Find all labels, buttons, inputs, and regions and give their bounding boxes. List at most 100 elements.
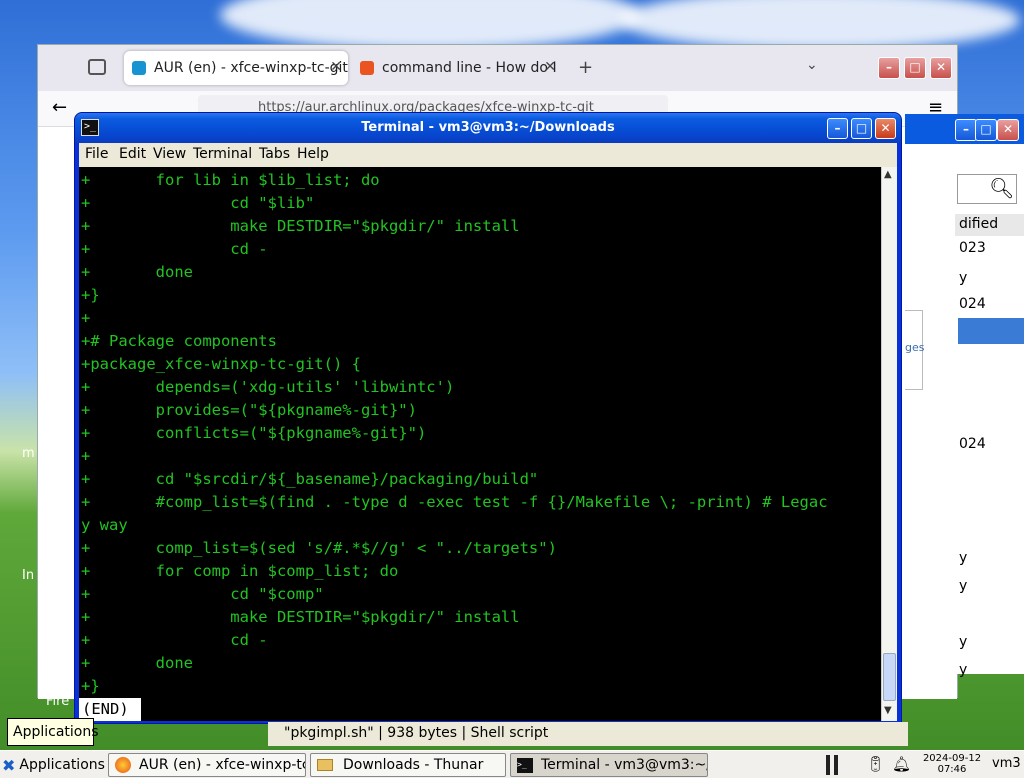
notification-bell-icon[interactable]: 🔔︎: [892, 755, 911, 773]
new-tab-icon[interactable]: +: [578, 57, 593, 78]
folder-icon: [317, 759, 333, 771]
task-label: Terminal - vm3@vm3:~/...: [541, 757, 708, 773]
terminal-line: +package_xfce-winxp-tc-git() {: [81, 355, 361, 373]
side-link-fragment[interactable]: ges: [905, 310, 924, 390]
terminal-output: + for lib in $lib_list; do + cd "$lib" + m…: [81, 169, 828, 698]
maximize-button[interactable]: □: [975, 119, 997, 141]
back-arrow-icon[interactable]: ←: [52, 97, 67, 118]
battery-icon[interactable]: 🔋︎: [866, 755, 885, 773]
search-icon[interactable]: 🔍︎: [989, 176, 1014, 200]
clock-date: 2024-09-12: [922, 753, 982, 764]
terminal-line: + make DESTDIR="$pkgdir/" install: [81, 608, 520, 626]
task-label: AUR (en) - xfce-winxp-tc-...: [139, 757, 305, 773]
tab-label: AUR (en) - xfce-winxp-tc-git: [154, 60, 348, 76]
workspace-separator: [826, 755, 830, 775]
menu-tabs[interactable]: Tabs: [259, 146, 290, 162]
maximize-button[interactable]: □: [904, 57, 926, 79]
taskbar: ✖ Applications AUR (en) - xfce-winxp-tc-…: [0, 750, 1024, 778]
task-button-terminal[interactable]: >_ Terminal - vm3@vm3:~/...: [510, 753, 708, 777]
menu-edit[interactable]: Edit: [119, 146, 146, 162]
terminal-line: +}: [81, 286, 100, 304]
xfce-logo-icon: ✖: [2, 755, 16, 775]
chevron-down-icon[interactable]: ⌄: [806, 57, 818, 73]
maximize-button[interactable]: □: [851, 118, 872, 139]
terminal-line: +# Package components: [81, 332, 277, 350]
scroll-up-icon[interactable]: ▲: [884, 169, 892, 180]
terminal-menubar: File Edit View Terminal Tabs Help: [79, 143, 897, 167]
terminal-line: y way: [81, 516, 128, 534]
terminal-titlebar[interactable]: Terminal - vm3@vm3:~/Downloads: [75, 113, 901, 143]
thunar-status-bar: "pkgimpl.sh" | 938 bytes | Shell script: [268, 722, 908, 746]
close-icon[interactable]: ✕: [544, 59, 556, 75]
desktop-label-fragment[interactable]: m: [22, 446, 35, 461]
user-name[interactable]: vm3: [992, 756, 1021, 771]
tooltip-text: Applications: [13, 724, 99, 740]
table-cell: y: [959, 662, 968, 678]
selected-row[interactable]: [958, 318, 1024, 344]
terminal-line: + comp_list=$(sed 's/#.*$//g' < "../targ…: [81, 539, 557, 557]
scroll-thumb[interactable]: [883, 653, 896, 701]
minimize-button[interactable]: –: [827, 118, 848, 139]
task-button-firefox[interactable]: AUR (en) - xfce-winxp-tc-...: [108, 753, 306, 777]
browser-tab-askubuntu[interactable]: command line - How do I r ✕: [352, 51, 562, 85]
terminal-line: + cd -: [81, 631, 268, 649]
terminal-line: + provides=("${pkgname%-git}"): [81, 401, 417, 419]
aur-favicon-icon: [132, 61, 146, 75]
workspace-separator: [834, 755, 838, 775]
terminal-line: + done: [81, 263, 193, 281]
table-cell: y: [959, 634, 968, 650]
menu-view[interactable]: View: [153, 146, 186, 162]
applications-tooltip: Applications: [7, 718, 99, 746]
terminal-line: + #comp_list=$(find . -type d -exec test…: [81, 493, 828, 511]
table-cell: y: [959, 578, 968, 594]
terminal-line: +: [81, 447, 91, 465]
terminal-line: + cd "$srcdir/${_basename}/packaging/bui…: [81, 470, 539, 488]
askubuntu-favicon-icon: [360, 61, 374, 75]
applications-menu-button[interactable]: ✖ Applications: [2, 754, 105, 776]
terminal-line: + for lib in $lib_list; do: [81, 171, 380, 189]
tab-overview-icon[interactable]: [88, 59, 106, 75]
clock[interactable]: 2024-09-12 07:46: [922, 753, 982, 775]
terminal-app-icon[interactable]: >_: [81, 119, 99, 136]
start-label: Applications: [19, 757, 105, 773]
terminal-line: +: [81, 309, 91, 327]
firefox-tab-bar: AUR (en) - xfce-winxp-tc-git ✕ command l…: [38, 45, 957, 91]
terminal-line: + cd "$comp": [81, 585, 324, 603]
close-button[interactable]: ✕: [997, 119, 1019, 141]
menu-file[interactable]: File: [85, 146, 108, 162]
terminal-line: +}: [81, 677, 100, 695]
terminal-line: + done: [81, 654, 193, 672]
desktop-label-fragment[interactable]: In: [22, 568, 34, 583]
scroll-down-icon[interactable]: ▼: [884, 705, 892, 716]
file-status-text: "pkgimpl.sh" | 938 bytes | Shell script: [284, 725, 549, 741]
terminal-line: + for comp in $comp_list; do: [81, 562, 399, 580]
task-button-thunar[interactable]: Downloads - Thunar: [310, 753, 506, 777]
aur-table-partial: – □ ✕ 🔍︎ dified 023 y 024 ges 024 y y y …: [905, 114, 1024, 678]
minimize-button[interactable]: –: [878, 57, 900, 79]
terminal-line: + cd "$lib": [81, 194, 315, 212]
terminal-line: + conflicts=("${pkgname%-git}"): [81, 424, 427, 442]
firefox-icon: [115, 757, 131, 773]
terminal-line: + cd -: [81, 240, 268, 258]
clock-time: 07:46: [937, 764, 967, 775]
table-cell: y: [959, 550, 968, 566]
terminal-screen[interactable]: + for lib in $lib_list; do + cd "$lib" + m…: [79, 167, 881, 721]
window-title: Terminal - vm3@vm3:~/Downloads: [361, 120, 615, 135]
terminal-line: + depends=('xdg-utils' 'libwintc'): [81, 378, 455, 396]
table-cell: 024: [959, 436, 986, 452]
terminal-scrollbar[interactable]: ▲ ▼: [881, 167, 897, 721]
browser-tab-aur[interactable]: AUR (en) - xfce-winxp-tc-git ✕: [124, 51, 348, 85]
menu-help[interactable]: Help: [297, 146, 329, 162]
table-cell: 023: [959, 240, 986, 256]
menu-terminal[interactable]: Terminal: [193, 146, 252, 162]
close-icon[interactable]: ✕: [330, 59, 342, 75]
task-label: Downloads - Thunar: [343, 757, 484, 773]
cloud-decoration: [620, 0, 1020, 50]
close-button[interactable]: ✕: [875, 118, 896, 139]
terminal-icon: >_: [517, 757, 533, 773]
tab-label: command line - How do I r: [382, 60, 562, 76]
terminal-window: Terminal - vm3@vm3:~/Downloads >_ – □ ✕ …: [74, 112, 902, 724]
close-button[interactable]: ✕: [930, 57, 952, 79]
minimize-button[interactable]: –: [955, 119, 977, 141]
column-header-last-updated[interactable]: dified: [955, 214, 1024, 236]
